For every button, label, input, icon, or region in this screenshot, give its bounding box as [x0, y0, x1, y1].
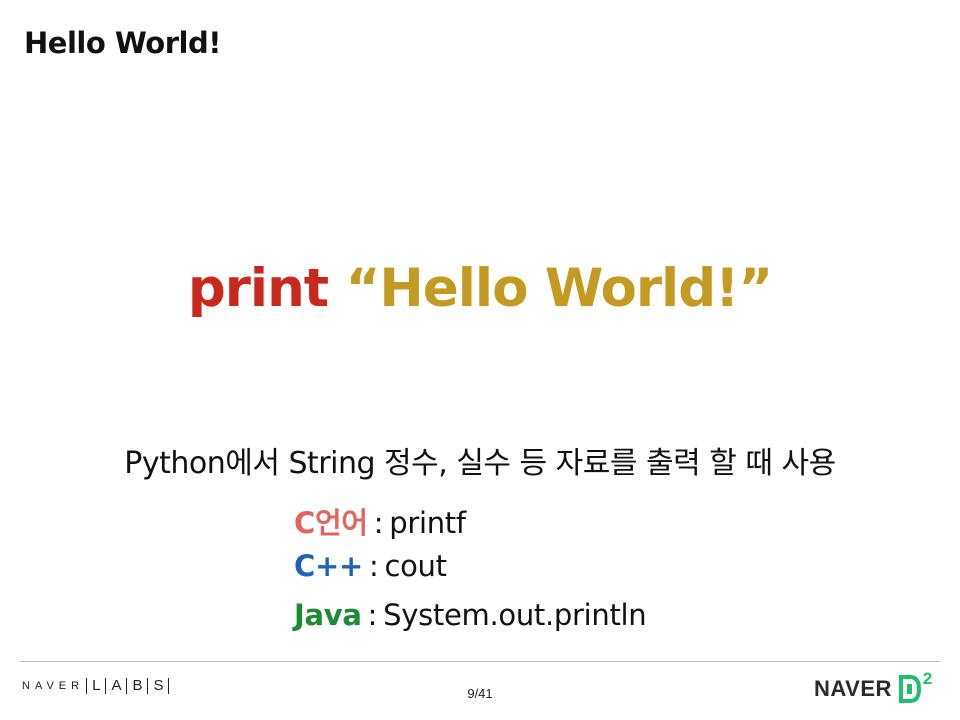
language-name-java: Java	[294, 598, 362, 632]
print-keyword: print	[187, 258, 329, 319]
separator: :	[368, 549, 379, 583]
function-name-cout: cout	[384, 549, 447, 583]
function-name-printf: printf	[389, 506, 466, 540]
separator: :	[367, 598, 378, 632]
list-item-cpp: C++: cout	[294, 549, 646, 598]
footer-divider	[20, 661, 940, 662]
language-name-c: C언어	[294, 506, 368, 540]
list-item-c: C언어: printf	[294, 500, 646, 549]
code-example: print “Hello World!”	[0, 258, 960, 319]
language-name-cpp: C++	[294, 549, 363, 583]
d2-mark-icon	[898, 675, 921, 703]
list-item-java: Java: System.out.println	[294, 598, 647, 647]
slide-title: Hello World!	[24, 26, 221, 60]
naver-d2-logo: NAVER 2	[814, 669, 933, 703]
separator: :	[373, 506, 384, 540]
language-equivalents-list: C언어: printf C++: cout Java: System.out.prin…	[294, 500, 647, 647]
description-text: Python에서 String 정수, 실수 등 자료를 출력 할 때 사용	[124, 446, 836, 481]
function-name-println: System.out.println	[383, 598, 647, 632]
string-literal: “Hello World!”	[345, 258, 774, 319]
d2-superscript: 2	[922, 669, 933, 688]
naver-d2-wordmark: NAVER	[814, 676, 892, 701]
